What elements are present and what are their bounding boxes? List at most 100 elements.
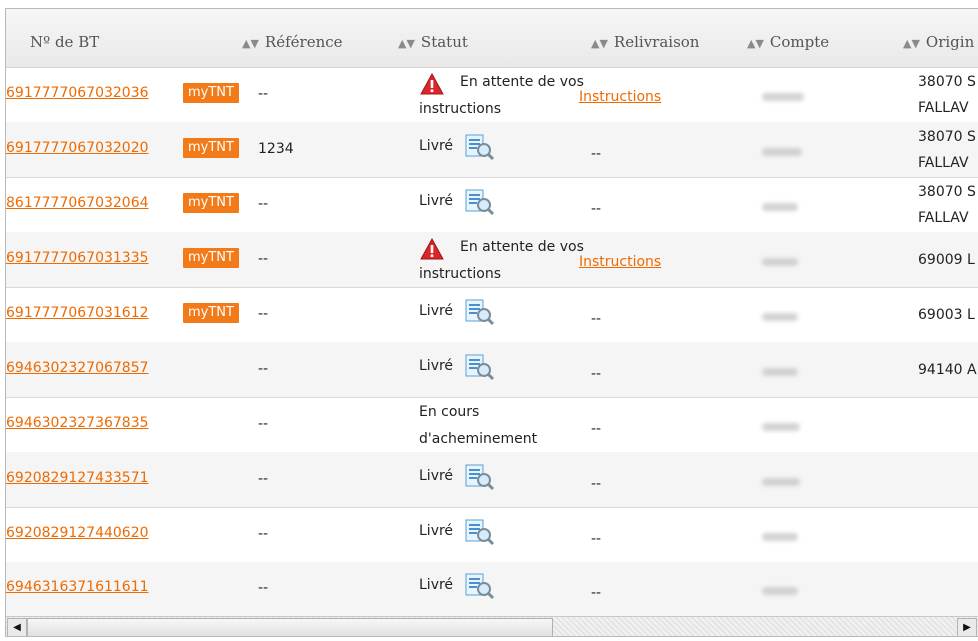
bt-number-link[interactable]: 6917777067032020 [6, 140, 149, 156]
origin-line2: FALLAV [918, 100, 969, 116]
origin-value: 38070 S FALLAV [918, 69, 976, 121]
scroll-right-arrow-icon[interactable]: ▶ [957, 618, 977, 636]
status-text-line2: d'acheminement [419, 431, 538, 447]
status-text-line2: instructions [419, 266, 501, 282]
document-magnifier-icon[interactable] [465, 133, 495, 161]
table-row[interactable]: 8617777067032064 myTNT -- Livré -- 38070 S FA… [6, 177, 978, 233]
status-text: Livré [419, 193, 454, 209]
reference-value: -- [258, 196, 269, 212]
column-header-compte[interactable]: ▲▼ Compte [747, 9, 829, 67]
relivraison-value: -- [591, 201, 602, 217]
column-header-origine[interactable]: ▲▼ Origin [903, 9, 974, 67]
bt-number-link[interactable]: 6917777067031335 [6, 250, 149, 266]
account-value-blurred [762, 313, 798, 321]
sort-arrows-icon: ▲▼ [398, 37, 415, 50]
document-magnifier-icon[interactable] [465, 518, 495, 546]
status-text: Livré [419, 303, 454, 319]
relivraison-value: -- [591, 311, 602, 327]
table-row[interactable]: 6946302327067857 -- Livré -- 94140 A [6, 342, 978, 398]
bt-number-link[interactable]: 6920829127440620 [6, 525, 149, 541]
status-text: Livré [419, 468, 454, 484]
reference-value: -- [258, 251, 269, 267]
reference-value: -- [258, 526, 269, 542]
origin-line1: 38070 S [918, 129, 976, 145]
warning-triangle-icon [420, 73, 444, 95]
origin-line2: FALLAV [918, 210, 969, 226]
status-text: En attente de vos [460, 74, 584, 90]
table-header: Nº de BT ▲▼ Référence ▲▼ Statut ▲▼ Relivrai… [6, 9, 978, 68]
reference-value: 1234 [258, 141, 294, 157]
account-value-blurred [762, 368, 798, 376]
reference-value: -- [258, 580, 269, 596]
mytnt-badge[interactable]: myTNT [183, 138, 239, 158]
warning-triangle-icon [420, 238, 444, 260]
bt-number-link[interactable]: 6917777067031612 [6, 305, 149, 321]
table-row[interactable]: 6917777067031612 myTNT -- Livré -- 69003 L [6, 287, 978, 343]
table-row[interactable]: 6920829127433571 -- Livré -- [6, 452, 978, 508]
origin-line2: FALLAV [918, 155, 969, 171]
status-text: En attente de vos [460, 239, 584, 255]
relivraison-value: -- [591, 476, 602, 492]
origin-line1: 38070 S [918, 184, 976, 200]
instructions-link[interactable]: Instructions [579, 254, 661, 270]
relivraison-value: -- [591, 421, 602, 437]
reference-value: -- [258, 86, 269, 102]
scrollbar-thumb[interactable] [27, 618, 553, 636]
status-text-line2: instructions [419, 101, 501, 117]
table-row[interactable]: 6946302327367835 -- En cours d'acheminement… [6, 397, 978, 453]
reference-value: -- [258, 416, 269, 432]
origin-value: 94140 A [918, 362, 977, 378]
origin-line1: 38070 S [918, 74, 976, 90]
document-magnifier-icon[interactable] [465, 298, 495, 326]
status-text: Livré [419, 577, 454, 593]
column-header-relivraison[interactable]: ▲▼ Relivraison [591, 9, 699, 67]
bt-number-link[interactable]: 6946302327367835 [6, 415, 149, 431]
reference-value: -- [258, 306, 269, 322]
sort-arrows-icon: ▲▼ [591, 37, 608, 50]
relivraison-value: -- [591, 531, 602, 547]
origin-value: 38070 S FALLAV [918, 179, 976, 231]
bt-number-link[interactable]: 6917777067032036 [6, 85, 149, 101]
table-row[interactable]: 6920829127440620 -- Livré -- [6, 507, 978, 563]
account-value-blurred [762, 203, 798, 211]
account-value-blurred [762, 587, 798, 595]
account-value-blurred [762, 533, 798, 541]
origin-value: 38070 S FALLAV [918, 124, 976, 176]
account-value-blurred [762, 148, 802, 156]
column-header-bt[interactable]: Nº de BT [30, 9, 99, 67]
table-row[interactable]: 6917777067032020 myTNT 1234 Livré -- 38070 S… [6, 122, 978, 178]
status-text: Livré [419, 523, 454, 539]
horizontal-scrollbar[interactable]: ◀ ▶ [6, 616, 978, 636]
relivraison-value: -- [591, 146, 602, 162]
status-text: Livré [419, 358, 454, 374]
mytnt-badge[interactable]: myTNT [183, 248, 239, 268]
document-magnifier-icon[interactable] [465, 463, 495, 491]
table-row[interactable]: 6917777067032036 myTNT -- En attente de vo… [6, 67, 978, 123]
table-row[interactable]: 6917777067031335 myTNT -- En attente de vo… [6, 232, 978, 288]
sort-arrows-icon: ▲▼ [903, 37, 920, 50]
account-value-blurred [762, 93, 804, 101]
document-magnifier-icon[interactable] [465, 188, 495, 216]
scroll-left-arrow-icon[interactable]: ◀ [7, 618, 27, 636]
sort-arrows-icon: ▲▼ [242, 37, 259, 50]
column-header-reference[interactable]: ▲▼ Référence [242, 9, 343, 67]
mytnt-badge[interactable]: myTNT [183, 83, 239, 103]
instructions-link[interactable]: Instructions [579, 89, 661, 105]
relivraison-value: -- [591, 366, 602, 382]
status-text: En cours [419, 404, 480, 420]
mytnt-badge[interactable]: myTNT [183, 303, 239, 323]
document-magnifier-icon[interactable] [465, 572, 495, 600]
mytnt-badge[interactable]: myTNT [183, 193, 239, 213]
table-row[interactable]: 6946316371611611 -- Livré -- [6, 562, 978, 617]
origin-value: 69009 L [918, 252, 975, 268]
bt-number-link[interactable]: 6946302327067857 [6, 360, 149, 376]
bt-number-link[interactable]: 6946316371611611 [6, 579, 149, 595]
shipments-table: Nº de BT ▲▼ Référence ▲▼ Statut ▲▼ Relivrai… [5, 8, 978, 637]
origin-value: 69003 L [918, 307, 975, 323]
column-header-statut[interactable]: ▲▼ Statut [398, 9, 468, 67]
bt-number-link[interactable]: 6920829127433571 [6, 470, 149, 486]
account-value-blurred [762, 423, 800, 431]
account-value-blurred [762, 478, 800, 486]
document-magnifier-icon[interactable] [465, 353, 495, 381]
bt-number-link[interactable]: 8617777067032064 [6, 195, 149, 211]
